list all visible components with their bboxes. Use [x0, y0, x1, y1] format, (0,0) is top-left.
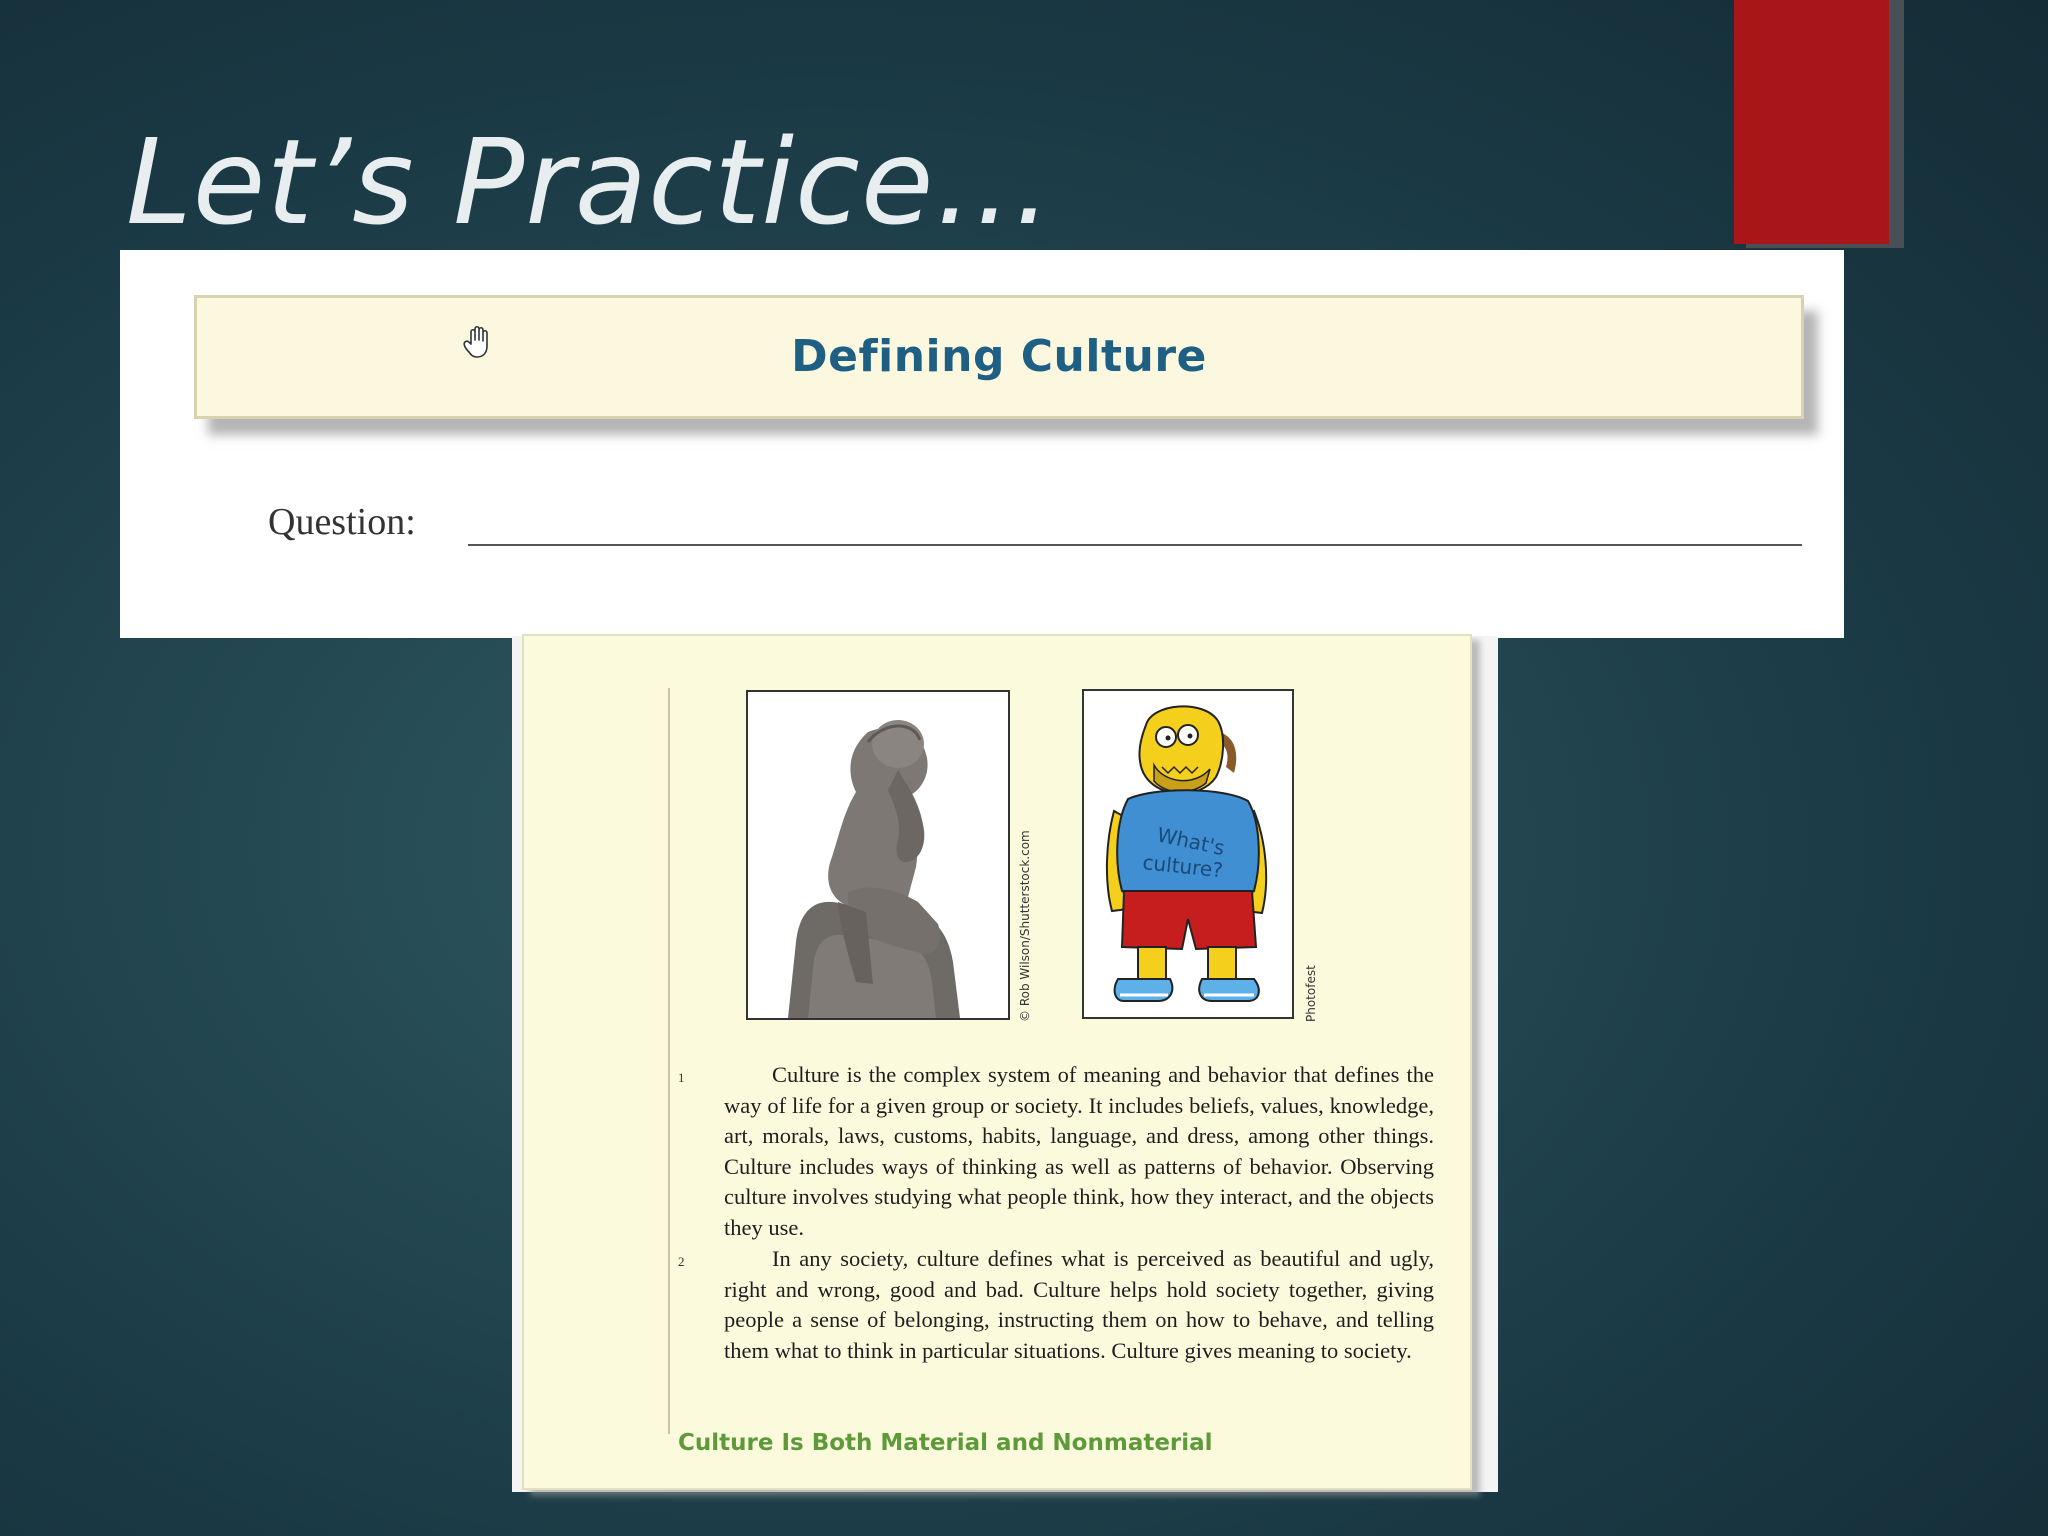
worksheet-image: Defining Culture Question:	[120, 250, 1844, 638]
question-answer-line	[468, 544, 1802, 546]
section-heading: Culture Is Both Material and Nonmaterial	[678, 1430, 1213, 1456]
paragraph-number: 1	[678, 1070, 685, 1085]
margin-rule	[668, 688, 670, 1434]
accent-rectangle	[1734, 0, 1889, 244]
image-credit-comic: Photofest	[1304, 965, 1318, 1022]
paragraph-1: Culture is the complex system of meaning…	[724, 1062, 1434, 1240]
worksheet-banner: Defining Culture	[194, 295, 1804, 419]
question-label: Question:	[268, 501, 416, 543]
paragraph-2: In any society, culture defines what is …	[724, 1246, 1434, 1363]
slide-title: Let’s Practice…	[126, 113, 1054, 251]
paragraph-number: 2	[678, 1254, 685, 1269]
thinker-statue-image	[746, 690, 1010, 1020]
image-credit-thinker: © Rob Wilson/Shutterstock.com	[1018, 830, 1032, 1022]
comic-book-guy-image: What's culture?	[1082, 689, 1294, 1019]
banner-title: Defining Culture	[791, 331, 1207, 382]
textbook-page-image: What's culture? © Rob Wilson/Shutterstoc…	[522, 634, 1472, 1490]
